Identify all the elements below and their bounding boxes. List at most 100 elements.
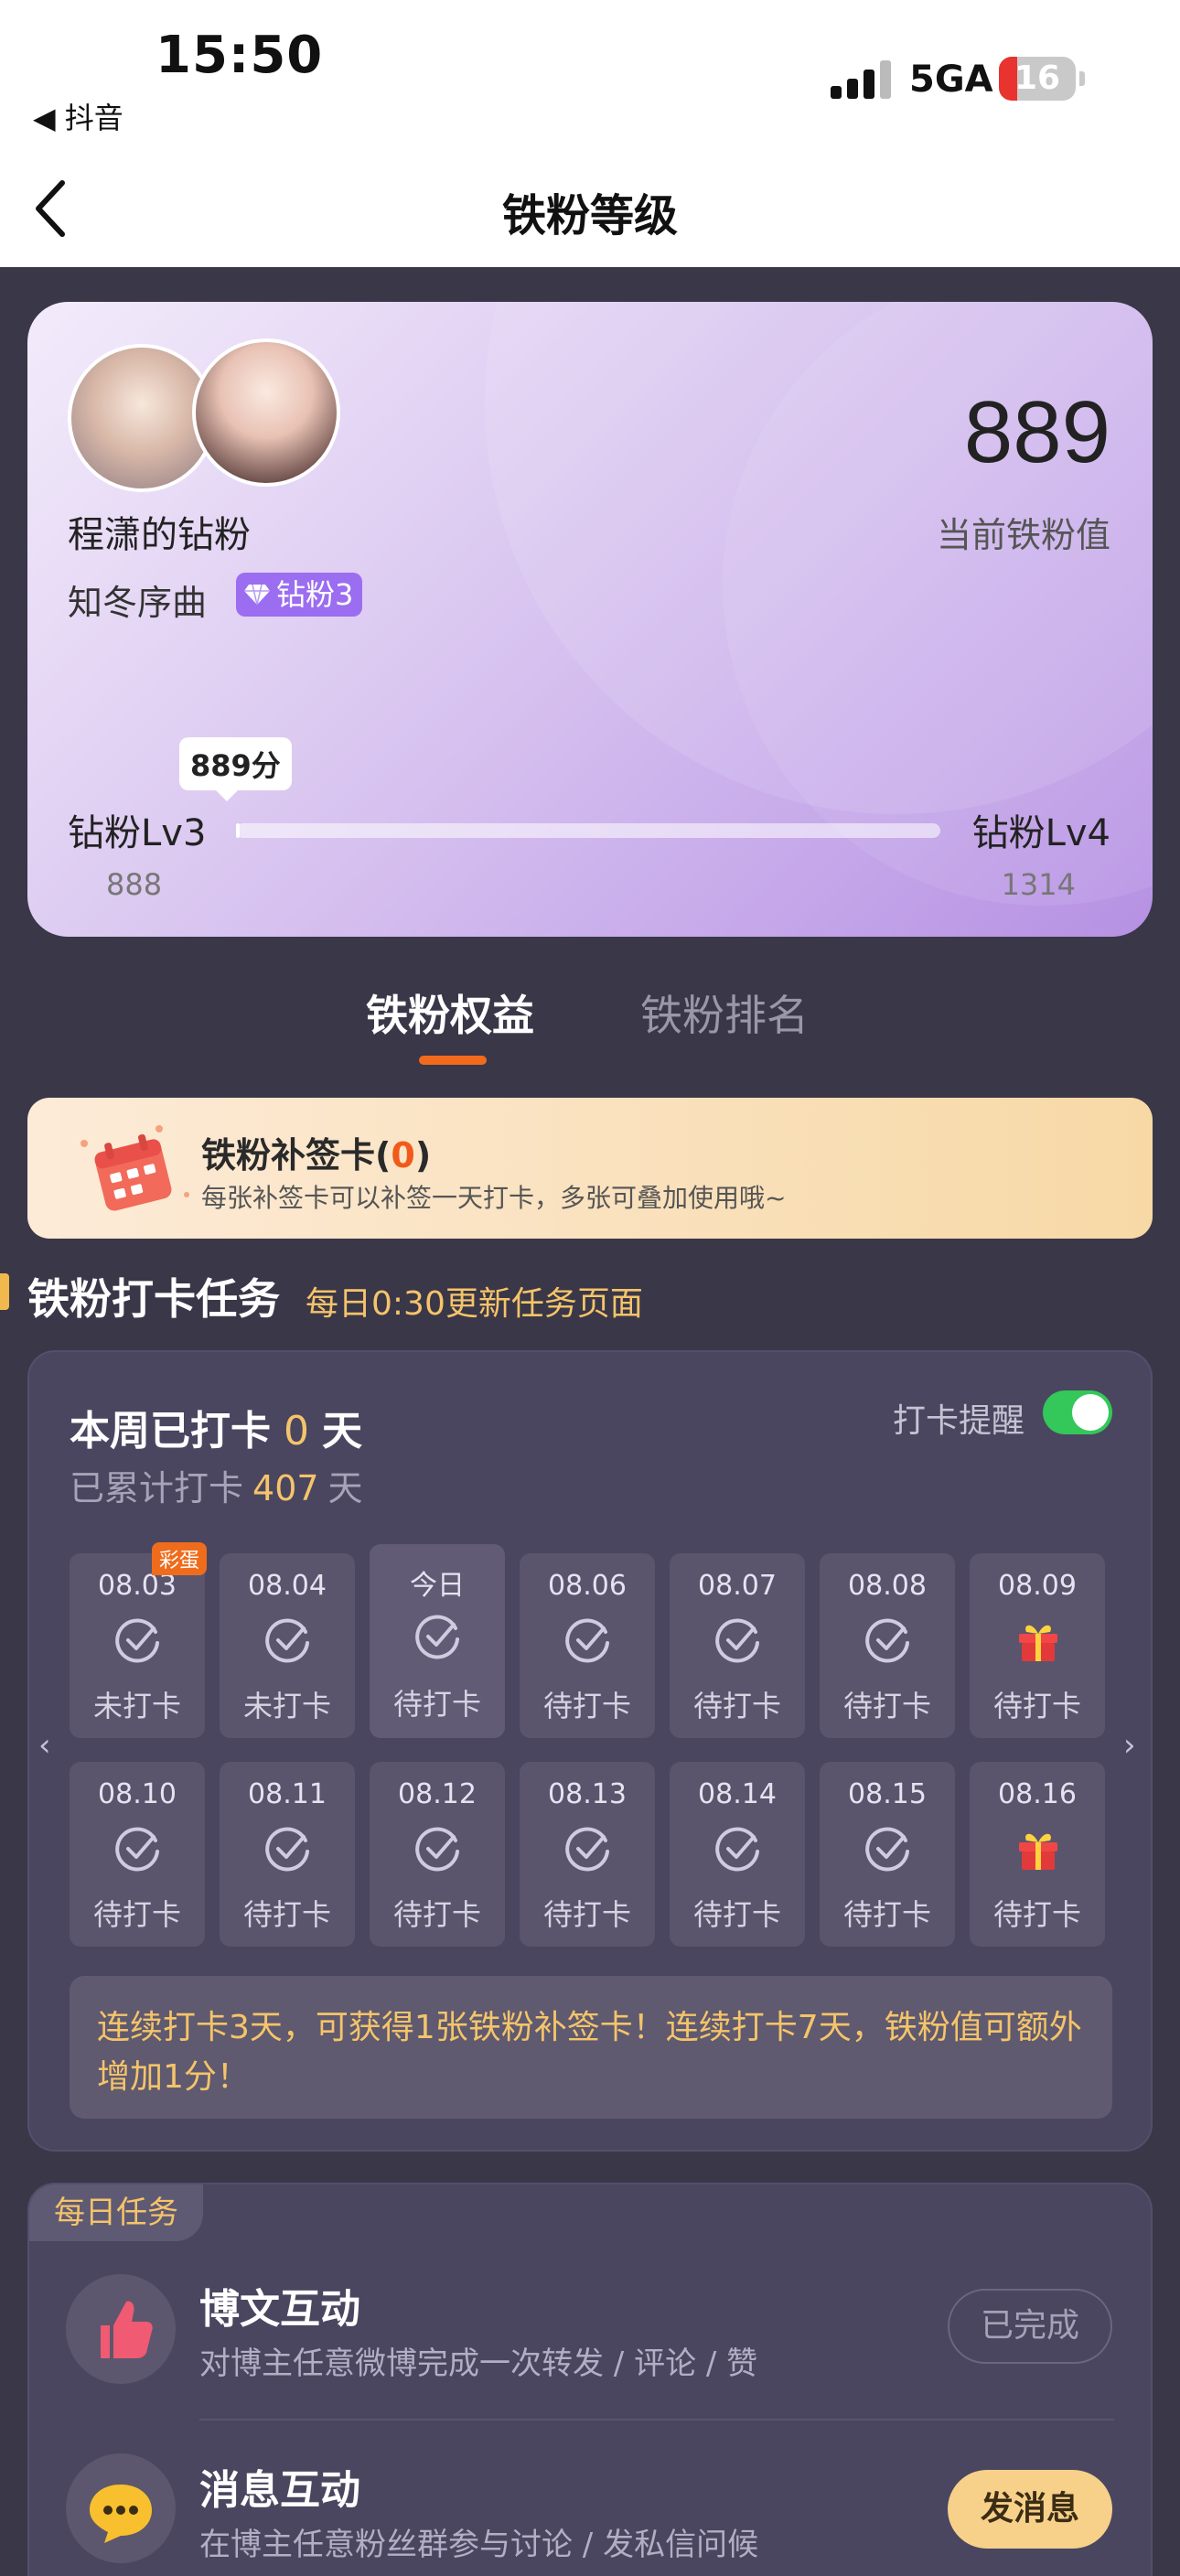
- checkin-card: 本周已打卡 0 天 已累计打卡 407 天 打卡提醒 ‹ › 08.03 未打卡 彩蛋 08.…: [27, 1350, 1153, 2152]
- makeup-card-count: 0: [391, 1135, 415, 1175]
- thumbs-up-icon: [66, 2274, 176, 2384]
- battery-level: 16: [1014, 59, 1061, 97]
- diamond-icon: [244, 584, 270, 606]
- checkin-day[interactable]: 08.11 待打卡: [220, 1762, 355, 1947]
- checkin-date: 08.09: [998, 1570, 1077, 1602]
- checkin-date: 08.12: [398, 1778, 477, 1810]
- checkin-date: 今日: [410, 1570, 465, 1602]
- level-badge-label: 钻粉3: [276, 577, 354, 612]
- daily-tasks-card: 每日任务 博文互动 对博主任意微博完成一次转发 / 评论 / 赞 已完成 消息互…: [27, 2183, 1153, 2576]
- checkin-status: 待打卡: [92, 1897, 181, 1932]
- checkin-status: 待打卡: [392, 1897, 481, 1932]
- checkin-status: 待打卡: [842, 1897, 931, 1932]
- reminder-toggle[interactable]: [1043, 1390, 1112, 1434]
- tab-fan-benefits[interactable]: 铁粉权益: [366, 982, 534, 1043]
- checkin-day[interactable]: 08.09 待打卡: [970, 1553, 1105, 1738]
- page-title: 铁粉等级: [501, 190, 678, 242]
- checkin-day[interactable]: 08.16 待打卡: [970, 1762, 1105, 1947]
- checkin-day[interactable]: 08.04 未打卡: [220, 1553, 355, 1738]
- reminder-label: 打卡提醒: [893, 1402, 1025, 1440]
- top-bar: 15:50 ◀ 抖音 5GA 16 铁粉等级: [0, 0, 1180, 267]
- active-tab-indicator: [419, 1056, 487, 1065]
- prev-week-arrow[interactable]: ‹: [38, 1727, 51, 1764]
- checkin-day-today[interactable]: 今日 待打卡: [370, 1544, 505, 1738]
- signal-icon: [831, 60, 893, 99]
- makeup-card-desc: 每张补签卡可以补签一天打卡，多张可叠加使用哦~: [201, 1183, 787, 1213]
- back-to-app-link[interactable]: ◀ 抖音: [33, 95, 123, 137]
- checkin-date: 08.07: [698, 1570, 777, 1602]
- fan-level-card: 程潇的钻粉 知冬序曲 钻粉3 889 当前铁粉值 889分 钻粉Lv3 钻粉Lv…: [27, 302, 1153, 937]
- progress-tooltip: 889分: [179, 737, 292, 801]
- total-checkin-summary: 已累计打卡 407 天: [70, 1468, 363, 1508]
- makeup-card-banner[interactable]: 铁粉补签卡(0) 每张补签卡可以补签一天打卡，多张可叠加使用哦~: [27, 1098, 1153, 1239]
- checkin-day[interactable]: 08.03 未打卡 彩蛋: [70, 1542, 207, 1738]
- creator-avatar[interactable]: [192, 338, 340, 487]
- checkin-date: 08.14: [698, 1778, 777, 1810]
- checkin-status: 待打卡: [692, 1689, 781, 1723]
- task-title: 消息互动: [199, 2467, 360, 2514]
- check-circle-icon: [413, 1612, 463, 1661]
- fan-score: 889: [963, 383, 1110, 481]
- section-marker: [0, 1273, 9, 1310]
- fan-title: 程潇的钻粉: [68, 514, 251, 556]
- check-circle-icon: [563, 1824, 613, 1873]
- tab-fan-ranking[interactable]: 铁粉排名: [640, 982, 809, 1043]
- check-circle-icon: [713, 1615, 763, 1665]
- check-circle-icon: [263, 1615, 313, 1665]
- checkin-date: 08.15: [848, 1778, 927, 1810]
- task-completed-button[interactable]: 已完成: [948, 2289, 1112, 2364]
- checkin-status: 待打卡: [692, 1897, 781, 1932]
- level-badge: 钻粉3: [236, 573, 363, 617]
- checkin-date: 08.13: [548, 1778, 627, 1810]
- next-week-arrow[interactable]: ›: [1123, 1727, 1136, 1764]
- check-circle-icon: [263, 1824, 313, 1873]
- next-level: 钻粉Lv4: [971, 812, 1110, 854]
- current-level: 钻粉Lv3: [68, 812, 207, 854]
- checkin-day[interactable]: 08.07 待打卡: [670, 1553, 805, 1738]
- battery-cap: [1079, 71, 1085, 86]
- checkin-date: 08.11: [248, 1778, 327, 1810]
- check-circle-icon: [113, 1615, 163, 1665]
- week-checkin-count: 0: [284, 1408, 309, 1454]
- checkin-status: 待打卡: [992, 1897, 1081, 1932]
- makeup-card-title: 铁粉补签卡(0): [201, 1135, 432, 1175]
- checkin-day[interactable]: 08.08 待打卡: [820, 1553, 955, 1738]
- calendar-icon: [80, 1125, 189, 1211]
- battery-icon: 16: [999, 57, 1076, 101]
- check-circle-icon: [413, 1824, 463, 1873]
- checkin-date: 08.06: [548, 1570, 627, 1602]
- network-label: 5GA: [909, 59, 993, 101]
- level-progress-fill: [236, 823, 240, 838]
- check-circle-icon: [563, 1615, 613, 1665]
- section-title: 铁粉打卡任务: [27, 1274, 280, 1324]
- checkin-day[interactable]: 08.10 待打卡: [70, 1762, 205, 1947]
- checkin-status: 待打卡: [392, 1687, 481, 1722]
- check-circle-icon: [864, 1615, 913, 1665]
- check-circle-icon: [713, 1824, 763, 1873]
- checkin-day[interactable]: 08.14 待打卡: [670, 1762, 805, 1947]
- checkin-date: 08.08: [848, 1570, 927, 1602]
- checkin-day[interactable]: 08.06 待打卡: [520, 1553, 655, 1738]
- chat-bubble-icon: [66, 2453, 176, 2563]
- easter-egg-badge: 彩蛋: [151, 1542, 207, 1575]
- section-subtitle: 每日0:30更新任务页面: [306, 1285, 643, 1323]
- checkin-day[interactable]: 08.12 待打卡: [370, 1762, 505, 1947]
- level-progress-bar: [236, 823, 940, 838]
- status-time: 15:50: [156, 26, 324, 85]
- checkin-date: 08.10: [98, 1778, 177, 1810]
- checkin-status: 待打卡: [542, 1689, 631, 1723]
- check-circle-icon: [864, 1824, 913, 1873]
- checkin-status: 未打卡: [92, 1689, 181, 1723]
- checkin-day[interactable]: 08.13 待打卡: [520, 1762, 655, 1947]
- divider: [199, 2419, 1114, 2420]
- checkin-status: 待打卡: [992, 1689, 1081, 1723]
- level-min-value: 888: [106, 867, 163, 902]
- checkin-date: 08.16: [998, 1778, 1077, 1810]
- user-name: 知冬序曲: [68, 583, 208, 623]
- checkin-day[interactable]: 08.15 待打卡: [820, 1762, 955, 1947]
- total-checkin-count: 407: [252, 1468, 319, 1508]
- gift-icon: [1014, 1615, 1063, 1665]
- send-message-button[interactable]: 发消息: [948, 2470, 1112, 2549]
- gift-icon: [1014, 1824, 1063, 1873]
- level-max-value: 1314: [1001, 867, 1076, 902]
